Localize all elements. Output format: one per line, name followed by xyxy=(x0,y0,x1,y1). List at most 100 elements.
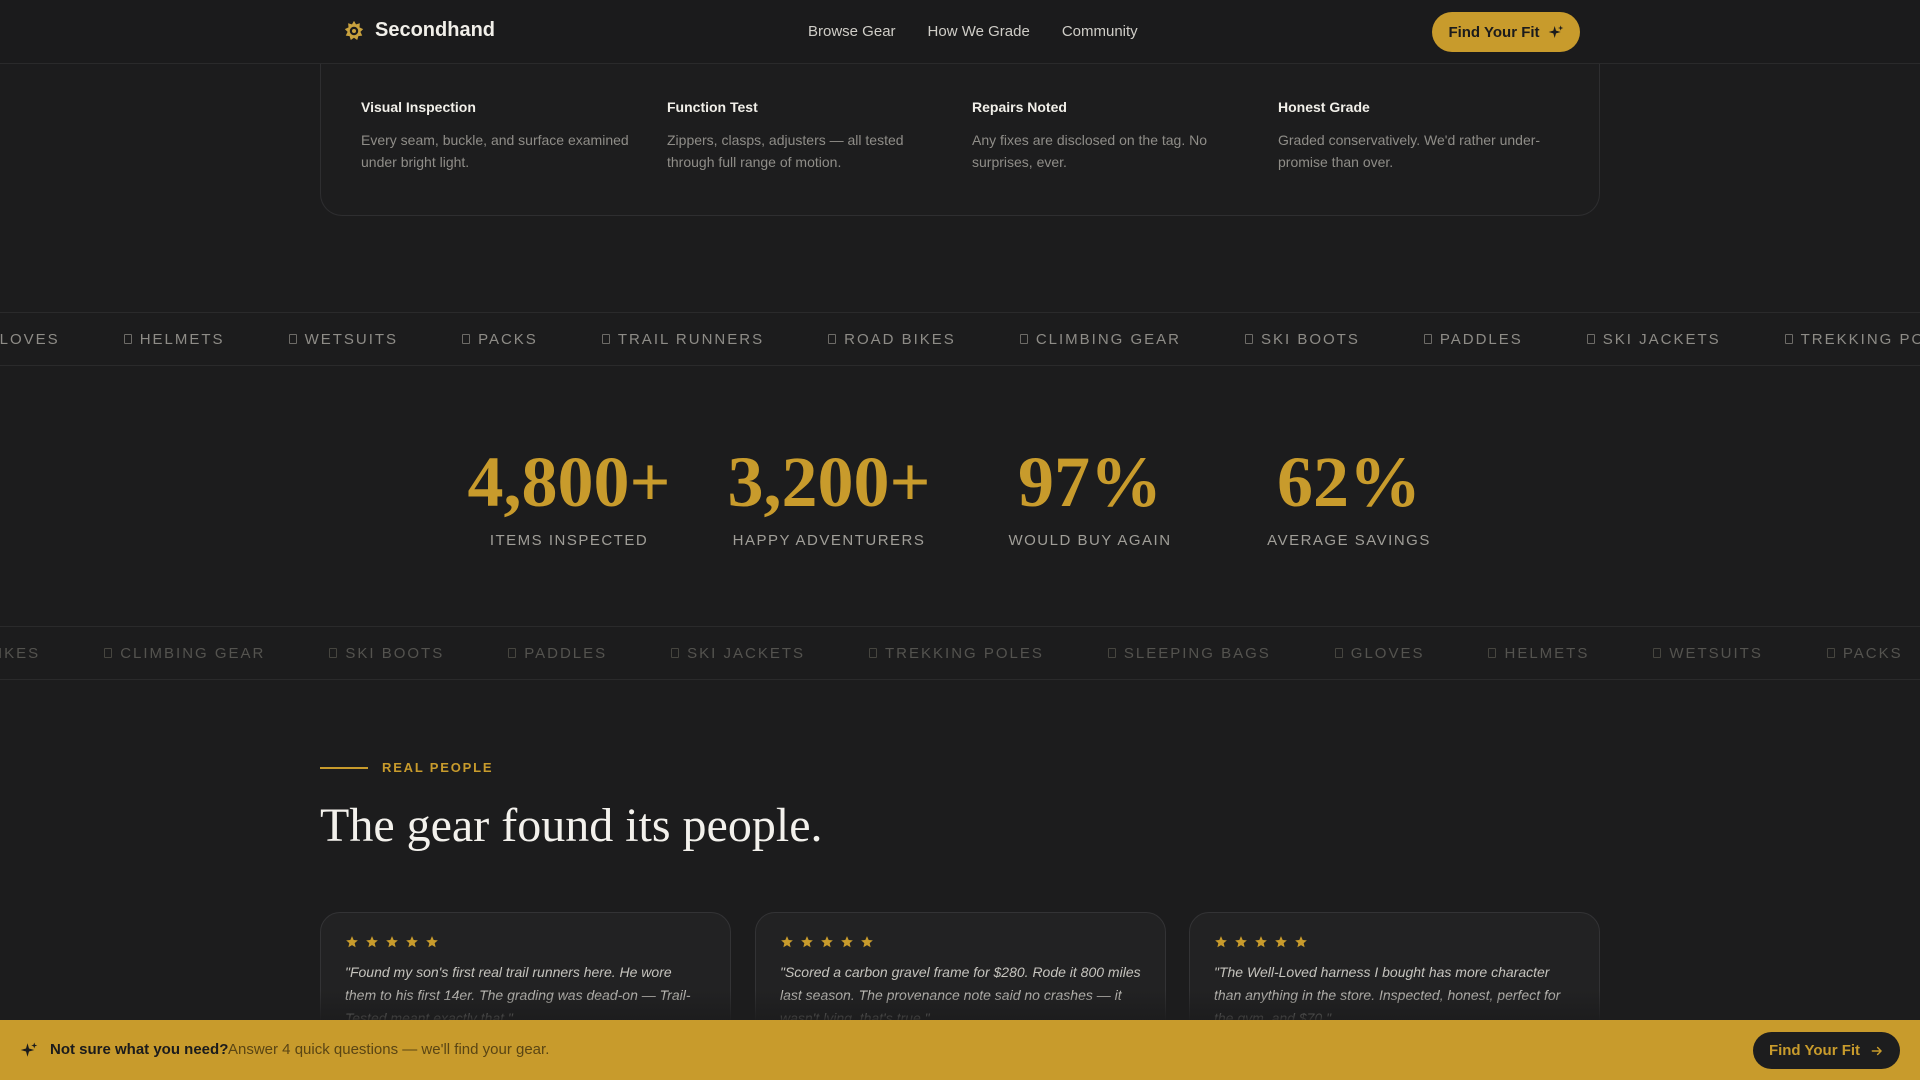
marquee-item-label: WETSUITS xyxy=(1669,644,1763,662)
marquee-item: HELMETS xyxy=(1488,645,1589,662)
nav-link-browse-gear[interactable]: Browse Gear xyxy=(808,23,896,40)
marquee-item-label: CLIMBING GEAR xyxy=(120,644,266,662)
grading-item-desc: Zippers, clasps, adjusters — all tested … xyxy=(667,132,904,170)
marquee-item: TREKKING POLES xyxy=(1784,331,1920,348)
marquee-item-label: HELMETS xyxy=(1504,644,1590,662)
marquee-track: BIKES CLIMBING GEAR SKI BOOTS PADDLES SKI JA… xyxy=(0,627,1920,679)
marquee-item-label: HELMETS xyxy=(139,330,225,348)
marquee-item-label: TREKKING POLES xyxy=(885,644,1044,662)
top-nav: Secondhand Browse Gear How We Grade Comm… xyxy=(0,0,1920,64)
find-your-fit-label: Find Your Fit xyxy=(1768,1042,1861,1059)
marquee-item: CLIMBING GEAR xyxy=(1019,331,1181,348)
category-tag-icon xyxy=(508,648,517,658)
marquee-item-label: PACKS xyxy=(1842,644,1903,662)
brand-link[interactable]: Secondhand xyxy=(343,19,495,42)
eyebrow-line xyxy=(320,766,368,769)
grading-item-repairs-noted: Repairs Noted Any fixes are disclosed on… xyxy=(972,99,1252,173)
star-icon xyxy=(861,936,873,948)
marquee-item-label: BIKES xyxy=(0,644,41,662)
marquee-item: HELMETS xyxy=(123,330,225,348)
stat-items-inspected: 4,800+ ITEMS INSPECTED xyxy=(454,442,684,549)
marquee-item-label: PADDLES xyxy=(524,644,608,662)
marquee-track: GLOVES HELMETS WETSUITS PACKS TRAIL RUNNERS R… xyxy=(0,313,1920,365)
grading-item-desc: Any fixes are disclosed on the tag. No s… xyxy=(972,132,1208,170)
marquee-item-label: GLOVES xyxy=(1350,644,1425,662)
find-your-fit-bottom-button[interactable]: Find Your Fit xyxy=(1753,1032,1900,1069)
category-tag-icon xyxy=(828,334,837,344)
arrow-right-icon xyxy=(1871,1046,1882,1055)
nav-link-community[interactable]: Community xyxy=(1062,23,1138,40)
grading-item-desc: Graded conservatively. We'd rather under… xyxy=(1278,132,1541,170)
star-icon xyxy=(346,936,358,948)
category-tag-icon xyxy=(1784,334,1793,344)
grading-item-honest-grade: Honest Grade Graded conservatively. We'd… xyxy=(1278,99,1558,173)
marquee-item: CLIMBING GEAR xyxy=(104,645,265,662)
star-icon xyxy=(841,936,853,948)
star-icon xyxy=(426,936,438,948)
category-tag-icon xyxy=(1826,648,1835,658)
star-icon xyxy=(1215,936,1227,948)
grading-criteria-card: Visual Inspection Every seam, buckle, an… xyxy=(320,52,1600,216)
quiz-subtext: Answer 4 quick questions — we'll find yo… xyxy=(228,1041,550,1058)
star-icon xyxy=(821,936,833,948)
star-icon xyxy=(1275,936,1287,948)
stat-value: 4,800+ xyxy=(467,442,671,522)
grading-item-title: Visual Inspection xyxy=(361,99,476,115)
category-tag-icon xyxy=(288,334,297,344)
category-marquee-top: GLOVES HELMETS WETSUITS PACKS TRAIL RUNNERS R… xyxy=(0,312,1920,366)
star-icon xyxy=(366,936,378,948)
grading-item-function-test: Function Test Zippers, clasps, adjusters… xyxy=(667,99,947,173)
star-rating xyxy=(345,935,706,949)
category-tag-icon xyxy=(671,648,680,658)
stat-value: 3,200+ xyxy=(727,442,931,522)
quiz-question: Not sure what you need? xyxy=(50,1041,229,1058)
grading-item-desc: Every seam, buckle, and surface examined… xyxy=(361,132,629,170)
marquee-item: SKI BOOTS xyxy=(1245,331,1360,348)
nav-link-how-we-grade[interactable]: How We Grade xyxy=(928,23,1030,40)
marquee-item: WETSUITS xyxy=(288,331,399,348)
marquee-item: SKI JACKETS xyxy=(1586,330,1721,348)
stat-value: 62% xyxy=(1277,442,1421,522)
nav-links: Browse Gear How We Grade Community xyxy=(808,23,1138,40)
marquee-item-label: GLOVES xyxy=(0,330,60,348)
marquee-item-label: SKI JACKETS xyxy=(687,644,806,662)
marquee-item: GLOVES xyxy=(0,331,60,348)
star-icon xyxy=(386,936,398,948)
category-tag-icon xyxy=(123,334,132,344)
marquee-item: PADDLES xyxy=(1423,330,1523,348)
marquee-item: TREKKING POLES xyxy=(869,645,1044,662)
category-tag-icon xyxy=(1245,334,1253,344)
brand-name: Secondhand xyxy=(375,19,496,41)
stat-value: 97% xyxy=(1018,442,1162,522)
sparkle-icon xyxy=(1548,25,1563,38)
marquee-item: SKI BOOTS xyxy=(329,645,444,662)
sparkle-icon xyxy=(20,1042,38,1057)
marquee-item: PACKS xyxy=(462,331,538,348)
marquee-item-label: PADDLES xyxy=(1439,330,1523,348)
stat-label: ITEMS INSPECTED xyxy=(489,532,649,549)
marquee-item: TRAIL RUNNERS xyxy=(601,331,764,348)
marquee-item: GLOVES xyxy=(1334,644,1425,662)
find-your-fit-label: Find Your Fit xyxy=(1448,23,1540,41)
grading-item-visual-inspection: Visual Inspection Every seam, buckle, an… xyxy=(361,99,641,173)
marquee-item-label: SLEEPING BAGS xyxy=(1123,644,1271,662)
star-icon xyxy=(1255,936,1267,948)
marquee-item-label: SKI BOOTS xyxy=(1261,330,1360,348)
marquee-item: BIKES xyxy=(0,645,40,662)
star-icon xyxy=(406,936,418,948)
category-tag-icon xyxy=(601,334,610,344)
category-tag-icon xyxy=(1019,334,1028,344)
marquee-item-label: SKI JACKETS xyxy=(1602,330,1721,348)
marquee-item-label: SKI BOOTS xyxy=(345,644,445,662)
star-icon xyxy=(801,936,813,948)
marquee-item: SLEEPING BAGS xyxy=(1107,644,1271,662)
star-icon xyxy=(1295,936,1307,948)
marquee-item-label: ROAD BIKES xyxy=(844,330,956,348)
section-eyebrow: REAL PEOPLE xyxy=(320,760,493,775)
stat-label: AVERAGE SAVINGS xyxy=(1267,532,1431,549)
category-tag-icon xyxy=(462,334,471,344)
category-tag-icon xyxy=(1488,648,1497,658)
find-your-fit-button[interactable]: Find Your Fit xyxy=(1432,12,1580,52)
star-rating xyxy=(1214,935,1575,949)
marquee-item: PADDLES xyxy=(508,645,607,662)
